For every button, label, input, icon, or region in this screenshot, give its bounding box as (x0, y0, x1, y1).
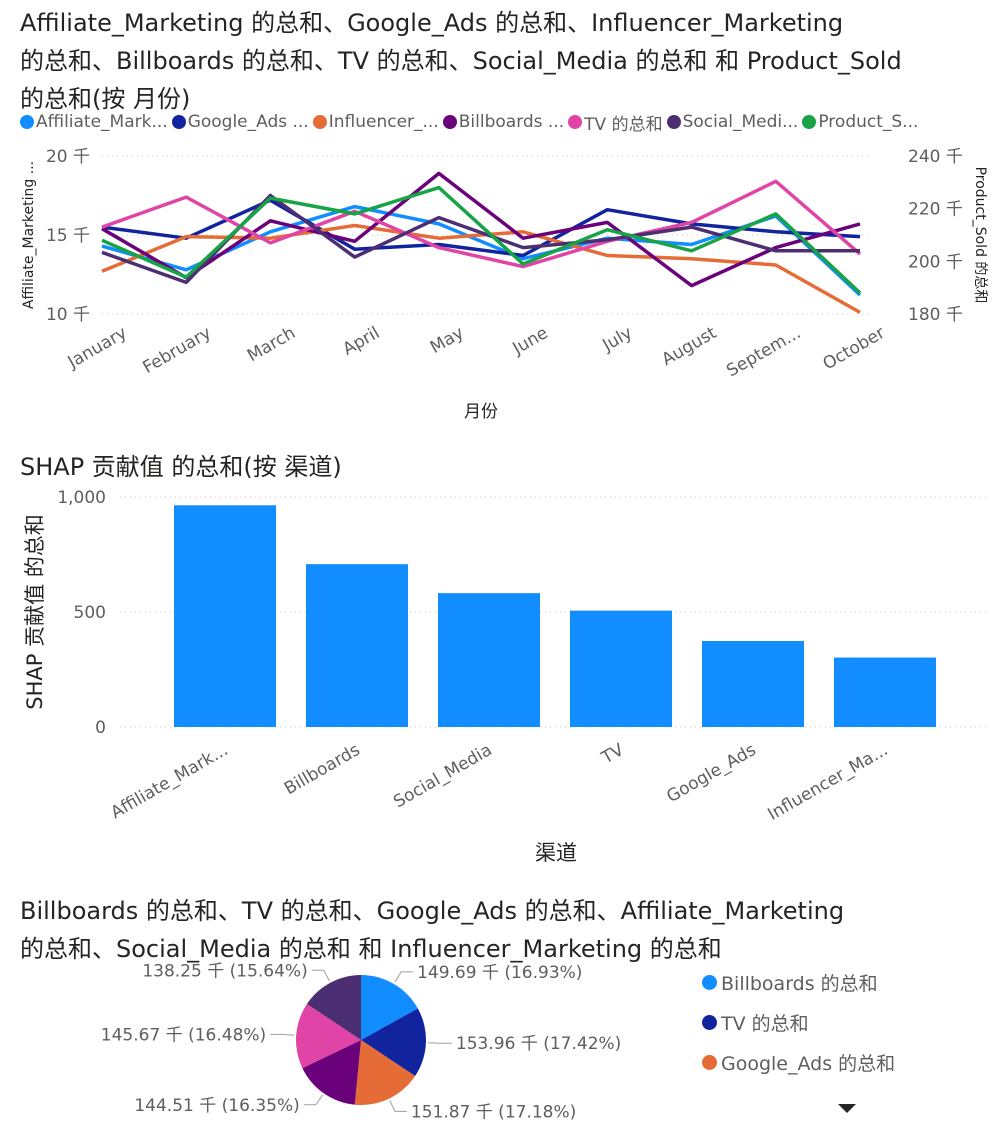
x-tick-label: January (64, 323, 131, 373)
y2-tick-label: 180 千 (908, 305, 963, 325)
x-tick-label: May (427, 323, 467, 358)
x-axis-title: 渠道 (535, 841, 577, 865)
pie-data-label: 151.87 千 (17.18%) (411, 1102, 576, 1122)
bar-affiliate-mark (174, 505, 276, 727)
legend-label: Influencer_... (328, 112, 439, 132)
pie-data-label: 153.96 千 (17.42%) (456, 1034, 621, 1054)
y2-tick-label: 240 千 (908, 147, 963, 167)
legend-dot-icon (702, 1054, 717, 1070)
pie-leader-line (311, 969, 330, 982)
legend-dot-icon (20, 115, 34, 129)
x-tick-label: July (598, 323, 635, 356)
bar-google-ads (702, 640, 804, 727)
x-tick-label: Social_Media (390, 740, 495, 812)
legend-dot-icon (702, 1014, 717, 1030)
pie-chart-title-line-1: Billboards 的总和、TV 的总和、Google_Ads 的总和、Aff… (20, 897, 845, 925)
pie-chart-legend[interactable]: Billboards 的总和 TV 的总和 Google_Ads 的总和 (702, 962, 899, 1082)
bar-social-media (438, 593, 540, 727)
y-tick-label: 500 (74, 603, 106, 623)
legend-item[interactable]: Billboards 的总和 (702, 962, 895, 1002)
x-tick-label: Billboards (281, 740, 364, 799)
legend-dot-icon (702, 974, 717, 990)
legend-item[interactable]: TV 的总和 (568, 110, 663, 135)
x-tick-label: February (139, 323, 214, 378)
pie-data-label: 144.51 千 (16.35%) (134, 1096, 299, 1116)
legend-item[interactable]: Social_Medi... (666, 110, 799, 134)
legend-more-arrow-icon[interactable] (838, 1104, 856, 1113)
bar-tv (570, 610, 672, 727)
legend-label: Google_Ads 的总和 (721, 1052, 896, 1075)
y-tick-label: 0 (95, 718, 106, 738)
series-line-influencer (101, 223, 861, 314)
pie-leader-line (427, 1042, 452, 1044)
legend-dot-icon (171, 115, 186, 129)
legend-label: Google_Ads ... (187, 112, 309, 132)
x-tick-label: August (659, 323, 721, 370)
y-tick-label: 10 千 (46, 305, 90, 325)
legend-label: Social_Medi... (682, 112, 799, 132)
x-tick-label: June (509, 323, 552, 359)
legend-dot-icon (312, 115, 327, 129)
y-axis-title: Affiliate_Marketing ... (21, 161, 37, 309)
pie-chart[interactable]: 149.69 千 (16.93%) 153.96 千 (17.42%) 151.87… (0, 960, 700, 1126)
y-axis-title: SHAP 贡献值 的总和 (23, 514, 47, 710)
legend-label: Billboards ... (458, 112, 565, 132)
legend-label: Product_S... (818, 112, 919, 132)
x-tick-label: October (820, 323, 889, 374)
legend-item[interactable]: Billboards ... (442, 110, 565, 134)
bar-chart[interactable]: 0 500 1,000 SHAP 贡献值 的总和渠道 Affiliate_Mark...… (0, 480, 1008, 880)
legend-label: Affiliate_Mark... (36, 112, 168, 132)
y-tick-label: 20 千 (46, 147, 90, 167)
x-tick-label: Google_Ads (663, 740, 759, 807)
legend-item[interactable]: Influencer_... (312, 110, 439, 134)
legend-dot-icon (442, 115, 457, 129)
legend-dot-icon (802, 115, 817, 129)
pie-data-label: 149.69 千 (16.93%) (417, 963, 582, 983)
x-tick-label: April (340, 323, 384, 360)
series-line-social-medi (101, 193, 860, 285)
legend-dot-icon (568, 115, 583, 129)
x-tick-label: March (244, 323, 299, 366)
pie-leader-line (270, 1033, 295, 1036)
bar-influencer-ma (834, 657, 936, 727)
bar-billboards (306, 564, 408, 727)
pie-chart-title: Billboards 的总和、TV 的总和、Google_Ads 的总和、Aff… (20, 892, 844, 968)
legend-label: TV 的总和 (584, 114, 663, 135)
legend-item[interactable]: TV 的总和 (702, 1002, 895, 1042)
y2-tick-label: 200 千 (908, 252, 963, 272)
line-chart-title-line-2: 的总和、Billboards 的总和、TV 的总和、Social_Media 的… (20, 47, 902, 75)
legend-dot-icon (666, 115, 681, 129)
legend-item[interactable]: Google_Ads ... (171, 110, 309, 134)
legend-label: TV 的总和 (721, 1012, 809, 1035)
x-tick-label: TV (598, 740, 628, 769)
legend-item[interactable]: Google_Ads 的总和 (702, 1042, 895, 1082)
legend-item[interactable]: Product_S... (802, 110, 918, 134)
y2-axis-title: Product_Sold 的总和 (972, 167, 988, 304)
y-tick-label: 1,000 (57, 488, 106, 508)
y-tick-label: 15 千 (46, 226, 90, 246)
line-chart[interactable]: 10 千 15 千 20 千 180 千 200 千 220 千 240 千 Affiliat… (0, 140, 1008, 430)
line-chart-title-line-1: Affiliate_Marketing 的总和、Google_Ads 的总和、I… (20, 9, 844, 37)
pie-data-label: 138.25 千 (15.64%) (142, 961, 307, 981)
line-chart-legend[interactable]: Affiliate_Mark... Google_Ads ... Influence… (20, 110, 922, 135)
x-axis-title: 月份 (464, 402, 498, 422)
pie-leader-line (389, 1100, 407, 1112)
line-chart-title: Affiliate_Marketing 的总和、Google_Ads 的总和、I… (20, 4, 902, 118)
x-tick-label: Septem... (723, 323, 804, 381)
y2-tick-label: 220 千 (908, 200, 963, 220)
legend-item[interactable]: Affiliate_Mark... (20, 110, 168, 134)
pie-leader-line (394, 971, 414, 983)
pie-data-label: 145.67 千 (16.48%) (101, 1025, 266, 1045)
legend-label: Billboards 的总和 (721, 972, 878, 995)
pie-leader-line (303, 1094, 324, 1106)
x-tick-label: Influencer_Ma... (764, 740, 891, 825)
x-tick-label: Affiliate_Mark... (107, 740, 231, 823)
